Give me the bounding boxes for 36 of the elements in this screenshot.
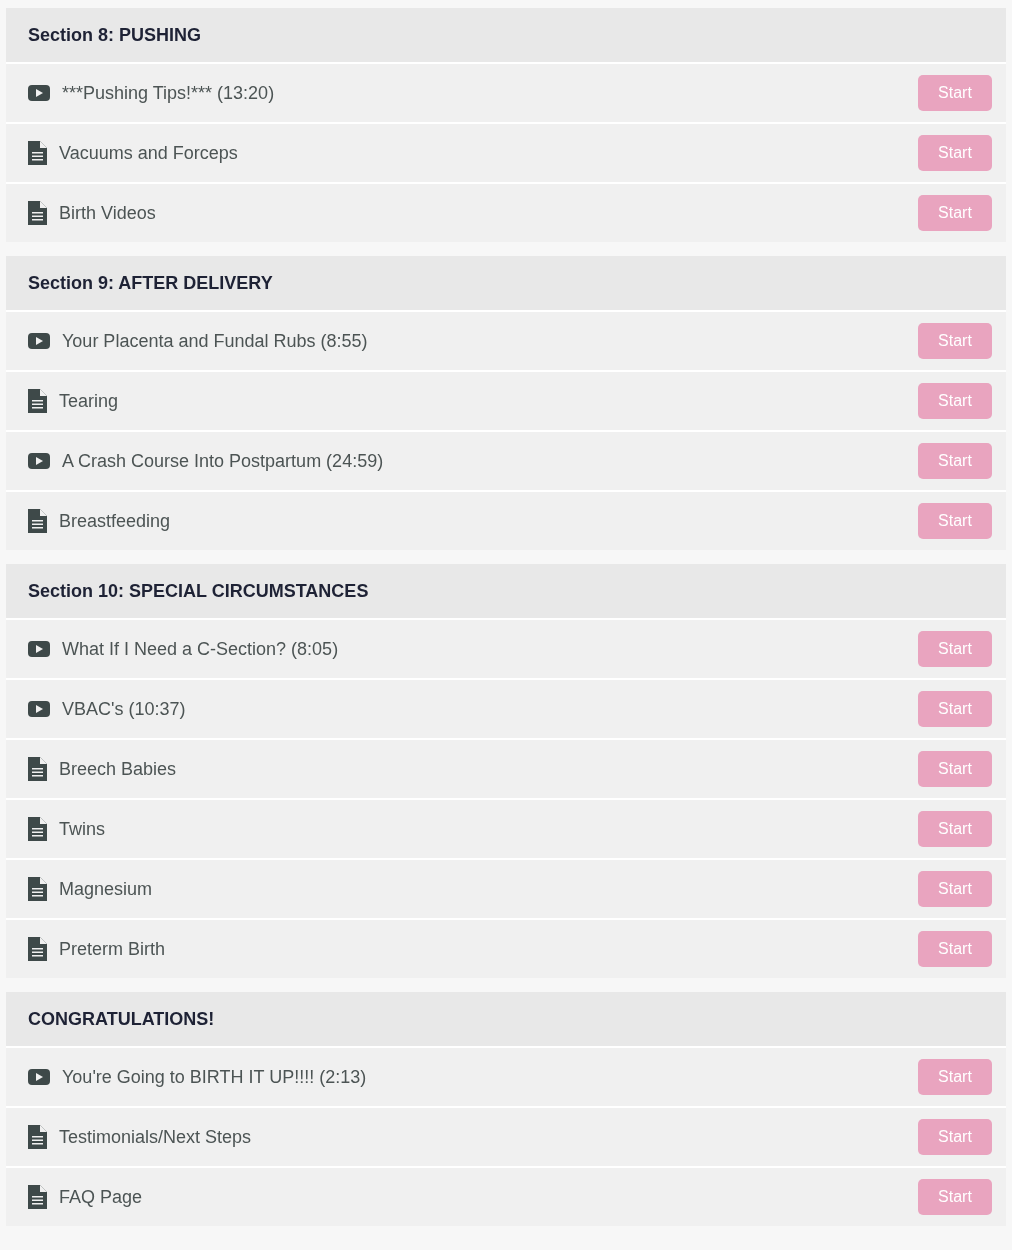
document-icon <box>28 757 47 781</box>
document-icon <box>28 201 47 225</box>
lesson-title[interactable]: Birth Videos <box>47 199 918 227</box>
document-icon <box>28 937 47 961</box>
video-play-icon <box>28 453 50 469</box>
lesson-title[interactable]: Preterm Birth <box>47 935 918 963</box>
lesson-title[interactable]: Magnesium <box>47 875 918 903</box>
video-play-icon <box>28 1069 50 1085</box>
video-play-icon <box>28 333 50 349</box>
video-play-icon <box>28 85 50 101</box>
document-icon <box>28 817 47 841</box>
lesson-title[interactable]: VBAC's (10:37) <box>50 695 918 723</box>
document-icon <box>28 141 47 165</box>
lesson-title[interactable]: Your Placenta and Fundal Rubs (8:55) <box>50 327 918 355</box>
lesson-title[interactable]: Vacuums and Forceps <box>47 139 918 167</box>
lesson-title[interactable]: Breastfeeding <box>47 507 918 535</box>
lesson-title[interactable]: Twins <box>47 815 918 843</box>
lesson-title[interactable]: Testimonials/Next Steps <box>47 1123 918 1151</box>
video-play-icon <box>28 701 50 717</box>
lesson-title[interactable]: A Crash Course Into Postpartum (24:59) <box>50 447 918 475</box>
lesson-title[interactable]: ***Pushing Tips!*** (13:20) <box>50 79 918 107</box>
document-icon <box>28 877 47 901</box>
lesson-title[interactable]: FAQ Page <box>47 1183 918 1211</box>
document-icon <box>28 509 47 533</box>
section-title: Section 10: SPECIAL CIRCUMSTANCES <box>28 579 369 603</box>
document-icon <box>28 389 47 413</box>
document-icon <box>28 1125 47 1149</box>
section-title: CONGRATULATIONS! <box>28 1007 215 1031</box>
lesson-title[interactable]: You're Going to BIRTH IT UP!!!! (2:13) <box>50 1063 918 1091</box>
lesson-title[interactable]: Breech Babies <box>47 755 918 783</box>
section-title: Section 9: AFTER DELIVERY <box>28 271 273 295</box>
video-play-icon <box>28 641 50 657</box>
lesson-title[interactable]: What If I Need a C-Section? (8:05) <box>50 635 918 663</box>
lesson-title[interactable]: Tearing <box>47 387 918 415</box>
section-title: Section 8: PUSHING <box>28 23 202 47</box>
document-icon <box>28 1185 47 1209</box>
